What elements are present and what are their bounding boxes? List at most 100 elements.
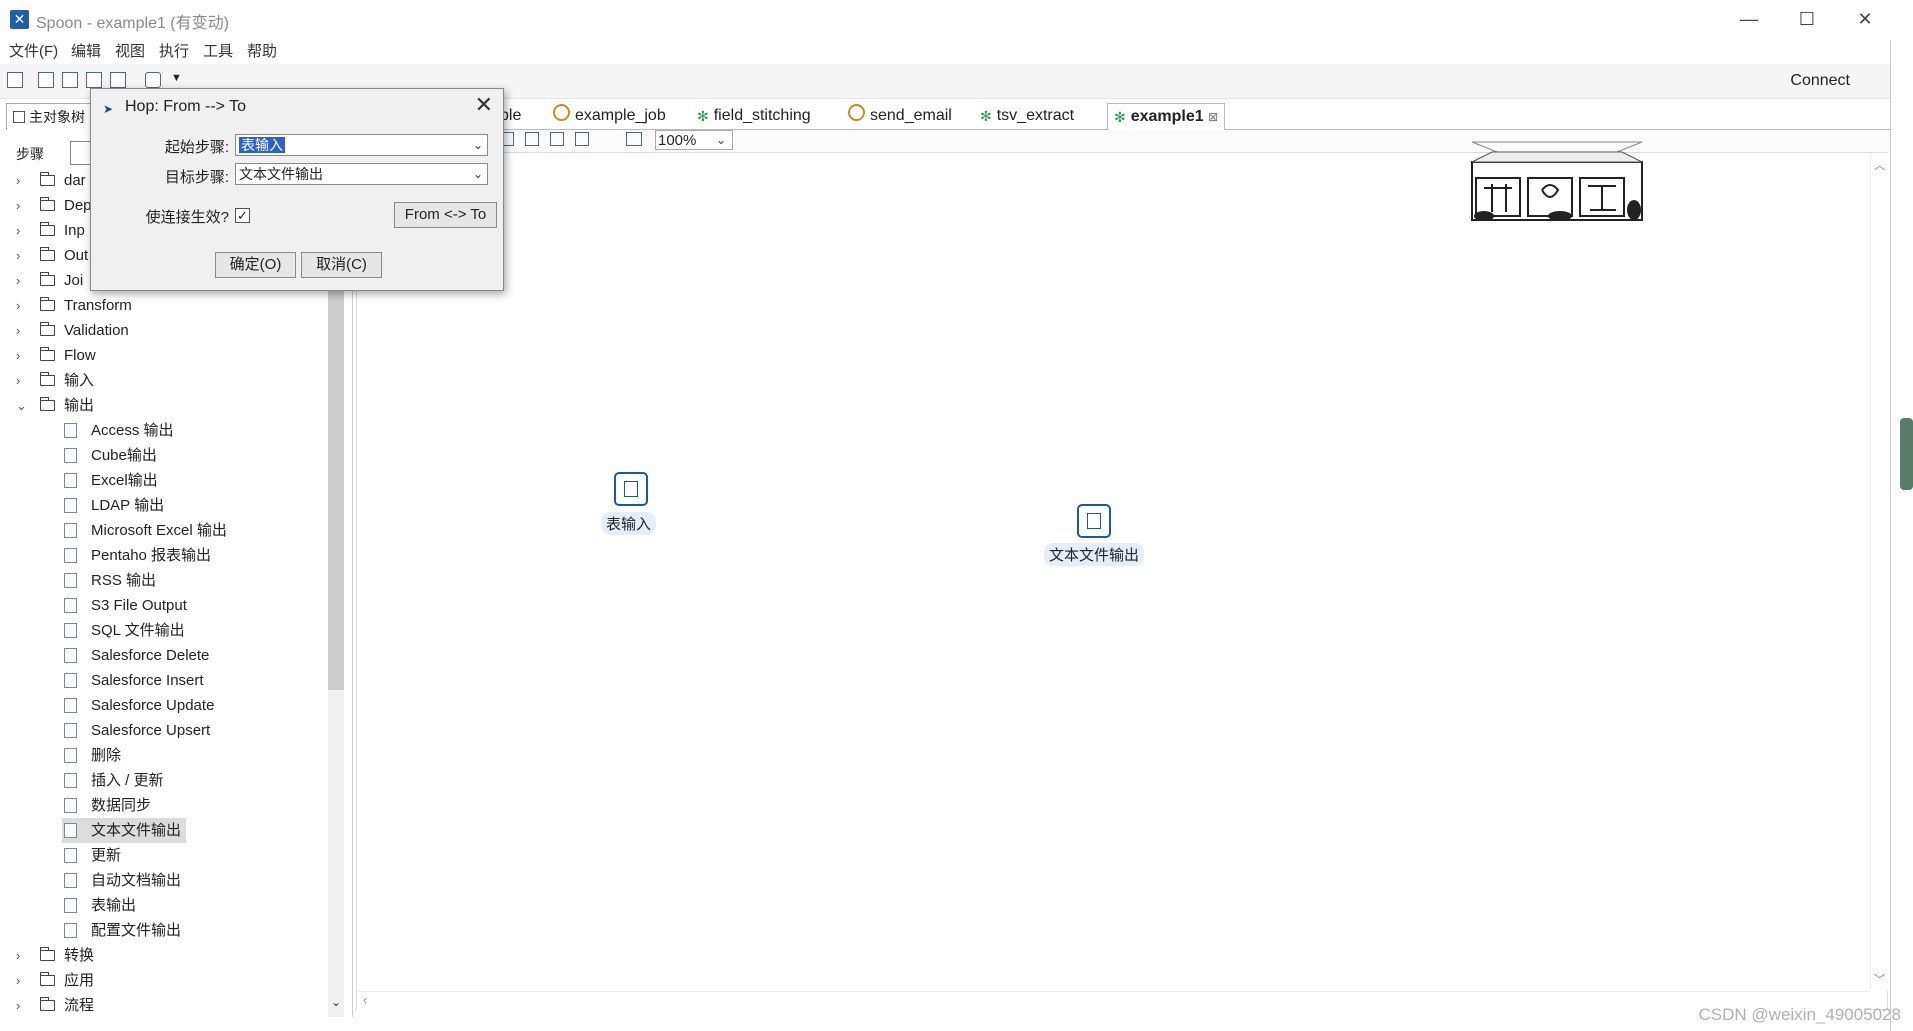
folder-icon [40, 947, 55, 961]
job-icon [848, 104, 865, 121]
chevron-right-icon[interactable]: › [16, 993, 28, 1018]
new-file-icon[interactable] [7, 72, 23, 88]
chevron-right-icon[interactable]: › [16, 968, 28, 993]
tab-field-stitching[interactable]: ✻ field_stitching [697, 103, 811, 129]
tree-folder[interactable]: › 输入 [0, 368, 326, 393]
chevron-down-icon[interactable]: ⌄ [716, 130, 732, 150]
cancel-button[interactable]: 取消(C) [301, 252, 382, 278]
menu-edit[interactable]: 编辑 [71, 40, 101, 64]
align-bottom-icon[interactable] [575, 132, 589, 146]
connect-button[interactable]: Connect [1790, 72, 1850, 90]
maximize-button[interactable]: ☐ [1784, 6, 1830, 32]
side-scroll-handle[interactable] [1900, 418, 1913, 490]
to-step-label: 目标步骤: [164, 169, 229, 186]
steps-search-input[interactable] [70, 141, 92, 165]
open-folder-icon[interactable] [38, 72, 54, 88]
tab-label: send_email [870, 107, 952, 124]
align-top-icon[interactable] [550, 132, 564, 146]
step-type-label: S3 File Output [91, 597, 187, 614]
layers-dropdown-icon[interactable]: ▼ [171, 72, 182, 84]
folder-icon [40, 397, 55, 411]
snap-grid-icon[interactable] [626, 132, 642, 146]
folder-icon [40, 997, 55, 1011]
step-type-label: Access 输出 [91, 422, 174, 439]
job-icon [553, 104, 570, 121]
enable-hop-checkbox[interactable]: ✓ [235, 208, 250, 223]
chevron-right-icon[interactable]: › [16, 268, 28, 293]
layers-icon[interactable] [145, 72, 161, 88]
table-input-step-label[interactable]: 表输入 [601, 512, 657, 535]
folder-label: 输入 [64, 372, 95, 389]
step-type-label: 配置文件输出 [91, 922, 182, 939]
steps-label: 步骤 [16, 146, 44, 162]
close-icon[interactable]: ✕ [475, 93, 493, 117]
chevron-right-icon[interactable]: › [16, 243, 28, 268]
step-type-label: Salesforce Upsert [91, 722, 211, 739]
transformation-canvas[interactable] [356, 152, 1888, 1010]
text-file-output-step-label[interactable]: 文本文件输出 [1044, 543, 1145, 566]
tab-close-icon[interactable]: ⊠ [1208, 110, 1218, 124]
tab-tsv-extract[interactable]: ✻ tsv_extract [980, 103, 1074, 129]
close-window-button[interactable]: ✕ [1842, 6, 1888, 32]
minimize-button[interactable]: — [1726, 6, 1772, 32]
scroll-down-icon[interactable]: ﹀ [1874, 971, 1885, 987]
step-type-label: Salesforce Update [91, 697, 215, 714]
menu-view[interactable]: 视图 [115, 40, 145, 64]
step-type-label: 更新 [91, 847, 122, 864]
tree-folder[interactable]: › 流程 [0, 993, 326, 1018]
ok-button[interactable]: 确定(O) [215, 252, 296, 278]
tab-example1[interactable]: ✻ example1 ⊠ [1107, 103, 1226, 131]
tree-folder[interactable]: › Validation [0, 318, 326, 343]
chevron-right-icon[interactable]: › [16, 368, 28, 393]
canvas-vertical-scrollbar[interactable]: ︿ ﹀ [1870, 153, 1888, 991]
tree-folder[interactable]: › 转换 [0, 943, 326, 968]
chevron-right-icon[interactable]: › [16, 168, 28, 193]
tree-folder[interactable]: › 应用 [0, 968, 326, 993]
tab-send-email[interactable]: send_email [848, 103, 952, 129]
save-icon[interactable] [86, 72, 102, 88]
canvas-horizontal-scrollbar[interactable]: ‹ [357, 991, 1870, 1010]
tab-label: example1 [1130, 108, 1204, 125]
explore-repository-icon[interactable] [62, 72, 78, 88]
step-type-item[interactable]: 文本文件输出 [62, 818, 186, 843]
chevron-right-icon[interactable]: › [16, 343, 28, 368]
step-type-label: 插入 / 更新 [91, 772, 164, 789]
scroll-down-icon[interactable]: ⌄ [328, 995, 344, 1013]
step-type-icon [64, 473, 77, 488]
step-type-label: RSS 输出 [91, 572, 157, 589]
save-as-icon[interactable] [110, 72, 126, 88]
scroll-up-icon[interactable]: ︿ [1874, 157, 1885, 173]
tree-folder[interactable]: › Flow [0, 343, 326, 368]
from-step-select[interactable]: 表输入 ⌄ [235, 134, 488, 156]
chevron-right-icon[interactable]: › [16, 318, 28, 343]
file-icon [1087, 513, 1101, 529]
chevron-down-icon[interactable]: ⌄ [473, 135, 483, 155]
tree-folder-output[interactable]: ⌄ 输出 [0, 393, 326, 418]
scroll-left-icon[interactable]: ‹ [363, 993, 367, 1007]
step-type-icon [64, 773, 77, 788]
step-type-label: 删除 [91, 747, 122, 764]
chevron-right-icon[interactable]: › [16, 193, 28, 218]
menu-tools[interactable]: 工具 [203, 40, 233, 64]
chevron-right-icon[interactable]: › [16, 293, 28, 318]
step-type-icon [64, 623, 77, 638]
chevron-right-icon[interactable]: › [16, 943, 28, 968]
menu-help[interactable]: 帮助 [247, 40, 277, 64]
folder-label: Validation [64, 322, 129, 339]
tab-example-job[interactable]: example_job [553, 103, 666, 129]
table-input-step-icon[interactable] [614, 472, 648, 506]
step-type-icon [64, 923, 77, 938]
chevron-down-icon[interactable]: ⌄ [16, 393, 28, 418]
align-right-icon[interactable] [525, 132, 539, 146]
to-step-select[interactable]: 文本文件输出 ⌄ [235, 163, 488, 185]
step-type-icon [64, 873, 77, 888]
step-type-icon [64, 498, 77, 513]
folder-label: 应用 [64, 972, 95, 989]
menu-file[interactable]: 文件(F) [9, 40, 58, 64]
tree-folder[interactable]: › Transform [0, 293, 326, 318]
text-file-output-step-icon[interactable] [1077, 504, 1111, 538]
menu-run[interactable]: 执行 [159, 40, 189, 64]
chevron-right-icon[interactable]: › [16, 218, 28, 243]
chevron-down-icon[interactable]: ⌄ [473, 164, 483, 184]
swap-from-to-button[interactable]: From <-> To [394, 202, 497, 228]
